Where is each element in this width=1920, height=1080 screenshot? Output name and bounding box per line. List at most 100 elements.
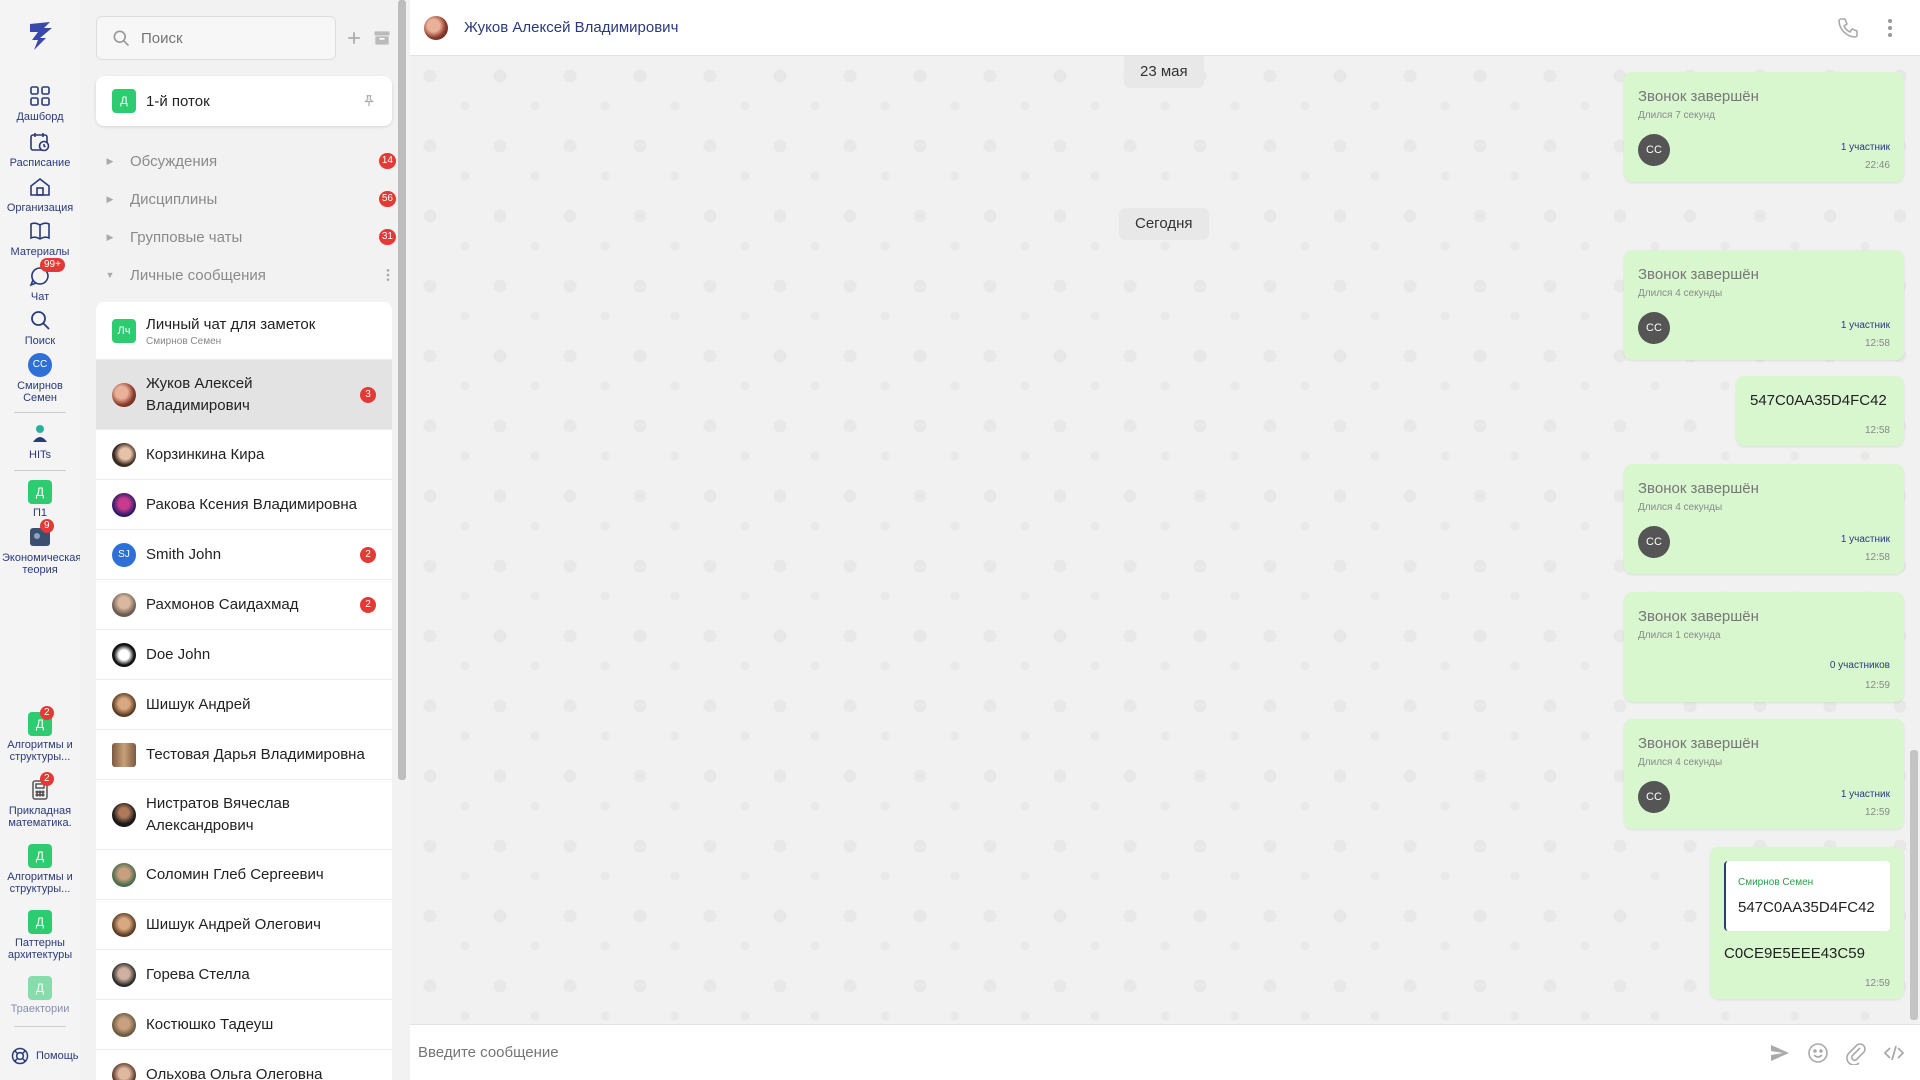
code-icon[interactable]	[1882, 1041, 1906, 1065]
call-participants[interactable]: 1 участник	[1841, 789, 1890, 800]
nav-search[interactable]: Поиск	[0, 308, 80, 347]
chat-name: Жуков Алексей Владимирович	[146, 374, 253, 414]
section-personal-messages[interactable]: ▼ Личные сообщения	[96, 260, 396, 290]
nav-organization[interactable]: Организация	[0, 175, 80, 214]
text-message[interactable]: 547C0AA35D4FC42 12:58	[1736, 376, 1904, 446]
message-text: 547C0AA35D4FC42	[1750, 392, 1887, 409]
stream-title: 1-й поток	[146, 92, 210, 110]
message-scrollbar[interactable]	[1910, 750, 1918, 1020]
call-participants[interactable]: 1 участник	[1841, 320, 1890, 331]
avatar	[112, 962, 136, 987]
search-input[interactable]	[141, 29, 311, 47]
nav-group-applied-math-1[interactable]: Прикладная математика. 2	[0, 772, 80, 829]
chat-view: Жуков Алексей Владимирович 23 мая Звонок…	[410, 0, 1920, 1080]
more-vertical-icon[interactable]	[1878, 16, 1902, 40]
chat-row[interactable]: Тестовая Дарья Владимировна	[96, 730, 392, 780]
chat-row[interactable]: Рахмонов Саидахмад 2	[96, 580, 392, 630]
chat-name: Ольхова Ольга Олеговна	[146, 1065, 323, 1080]
emoji-icon[interactable]	[1806, 1041, 1830, 1065]
chat-row[interactable]: Жуков Алексей Владимирович 3	[96, 360, 392, 430]
more-vertical-icon[interactable]	[380, 267, 396, 283]
nav-label: Материалы	[10, 246, 70, 258]
avatar	[112, 1062, 136, 1080]
nav-profile[interactable]: СС Смирнов Семен	[0, 353, 80, 404]
rail-divider	[14, 1026, 66, 1027]
app-logo[interactable]	[22, 18, 58, 54]
chat-row[interactable]: Лч Личный чат для заметок Смирнов Семен	[96, 302, 392, 360]
nav-group-trajectories[interactable]: Д Траектории	[0, 976, 80, 1015]
nav-hits[interactable]: HITs	[0, 422, 80, 461]
chat-row[interactable]: Ольхова Ольга Олеговна	[96, 1050, 392, 1080]
chat-row[interactable]: Шишук Андрей	[96, 680, 392, 730]
message-time: 12:58	[1864, 552, 1890, 563]
nav-group-algorithms-1[interactable]: Д Алгоритмы и структуры... 2	[0, 706, 80, 763]
section-count: 31	[378, 229, 396, 245]
message-time: 12:59	[1864, 978, 1890, 989]
call-participants[interactable]: 0 участников	[1830, 660, 1890, 671]
call-participants[interactable]: 1 участник	[1841, 534, 1890, 545]
stream-card[interactable]: Д 1-й поток	[96, 76, 392, 126]
chat-row[interactable]: Костюшко Тадеуш	[96, 1000, 392, 1050]
search-icon	[31, 311, 50, 330]
chat-row[interactable]: Соломин Глеб Сергеевич	[96, 850, 392, 900]
chat-list-panel: Д 1-й поток ▶ Обсуждения 14 ▶ Дисциплины…	[80, 0, 410, 1080]
group-unread-badge: 2	[40, 706, 54, 720]
quoted-message[interactable]: Смирнов Семен 547C0AA35D4FC42	[1724, 861, 1890, 931]
reply-message[interactable]: Смирнов Семен 547C0AA35D4FC42 C0CE9E5EEE…	[1710, 847, 1904, 999]
send-icon[interactable]	[1768, 1041, 1792, 1065]
nav-label: Траектории	[10, 1003, 70, 1015]
nav-group-economic-theory[interactable]: Экономическая теория 9	[0, 519, 81, 576]
notes-avatar: Лч	[112, 318, 136, 343]
call-participants[interactable]: 1 участник	[1841, 142, 1890, 153]
phone-icon[interactable]	[1836, 16, 1860, 40]
section-count: 56	[378, 191, 396, 207]
chat-list-scrollbar[interactable]	[398, 0, 406, 780]
rail-divider	[14, 470, 66, 471]
add-icon[interactable]	[344, 28, 364, 48]
section-discussions[interactable]: ▶ Обсуждения 14	[96, 146, 396, 176]
chat-row[interactable]: Горева Стелла	[96, 950, 392, 1000]
message-time: 12:59	[1864, 680, 1890, 691]
date-divider: 23 мая	[1124, 56, 1204, 88]
call-message[interactable]: Звонок завершён Длился 4 секунды СС 1 уч…	[1624, 464, 1904, 574]
lifebuoy-icon	[11, 1047, 29, 1065]
group-avatar: Д	[28, 910, 52, 934]
section-disciplines[interactable]: ▶ Дисциплины 56	[96, 184, 396, 214]
help-button[interactable]: Помощь	[10, 1046, 79, 1066]
nav-materials[interactable]: Материалы	[0, 219, 80, 258]
pin-icon[interactable]	[362, 94, 376, 108]
chat-name: Костюшко Тадеуш	[146, 1015, 274, 1033]
nav-group-algorithms-2[interactable]: Д Алгоритмы и структуры...	[0, 844, 80, 895]
nav-group-p1[interactable]: Д П1	[0, 480, 80, 519]
call-title: Звонок завершён	[1638, 480, 1759, 497]
chat-name: Рахмонов Саидахмад	[146, 595, 299, 613]
home-icon	[30, 177, 50, 196]
contact-name[interactable]: Жуков Алексей Владимирович	[464, 19, 1836, 36]
nav-group-patterns[interactable]: Д Паттерны архитектуры	[0, 910, 80, 961]
search-icon	[113, 30, 130, 47]
nav-label: Паттерны архитектуры	[7, 937, 73, 961]
nav-label: Прикладная математика.	[8, 805, 72, 829]
chat-row[interactable]: Шишук Андрей Олегович	[96, 900, 392, 950]
call-message[interactable]: Звонок завершён Длился 4 секунды СС 1 уч…	[1624, 719, 1904, 829]
attach-icon[interactable]	[1844, 1041, 1868, 1065]
chat-row[interactable]: Корзинкина Кира	[96, 430, 392, 480]
contact-avatar[interactable]	[424, 15, 448, 40]
nav-chat[interactable]: Чат 99+	[0, 258, 80, 303]
call-message[interactable]: Звонок завершён Длился 1 секунда 0 участ…	[1624, 592, 1904, 702]
section-group-chats[interactable]: ▶ Групповые чаты 31	[96, 222, 396, 252]
chat-row[interactable]: SJ Smith John 2	[96, 530, 392, 580]
nav-schedule[interactable]: Расписание	[0, 130, 80, 169]
archive-icon[interactable]	[372, 28, 392, 48]
nav-label: Алгоритмы и структуры...	[7, 871, 73, 895]
call-duration: Длился 4 секунды	[1638, 288, 1723, 299]
call-message[interactable]: Звонок завершён Длился 4 секунды СС 1 уч…	[1624, 250, 1904, 360]
chat-name: Ракова Ксения Владимировна	[146, 495, 357, 513]
nav-dashboard[interactable]: Дашборд	[0, 84, 80, 123]
message-input[interactable]	[418, 1044, 1768, 1061]
chat-row[interactable]: Doe John	[96, 630, 392, 680]
chat-row[interactable]: Нистратов Вячеслав Александрович	[96, 780, 392, 850]
call-message[interactable]: Звонок завершён Длился 7 секунд СС 1 уча…	[1624, 72, 1904, 182]
chat-row[interactable]: Ракова Ксения Владимировна	[96, 480, 392, 530]
section-label: Личные сообщения	[130, 266, 266, 284]
